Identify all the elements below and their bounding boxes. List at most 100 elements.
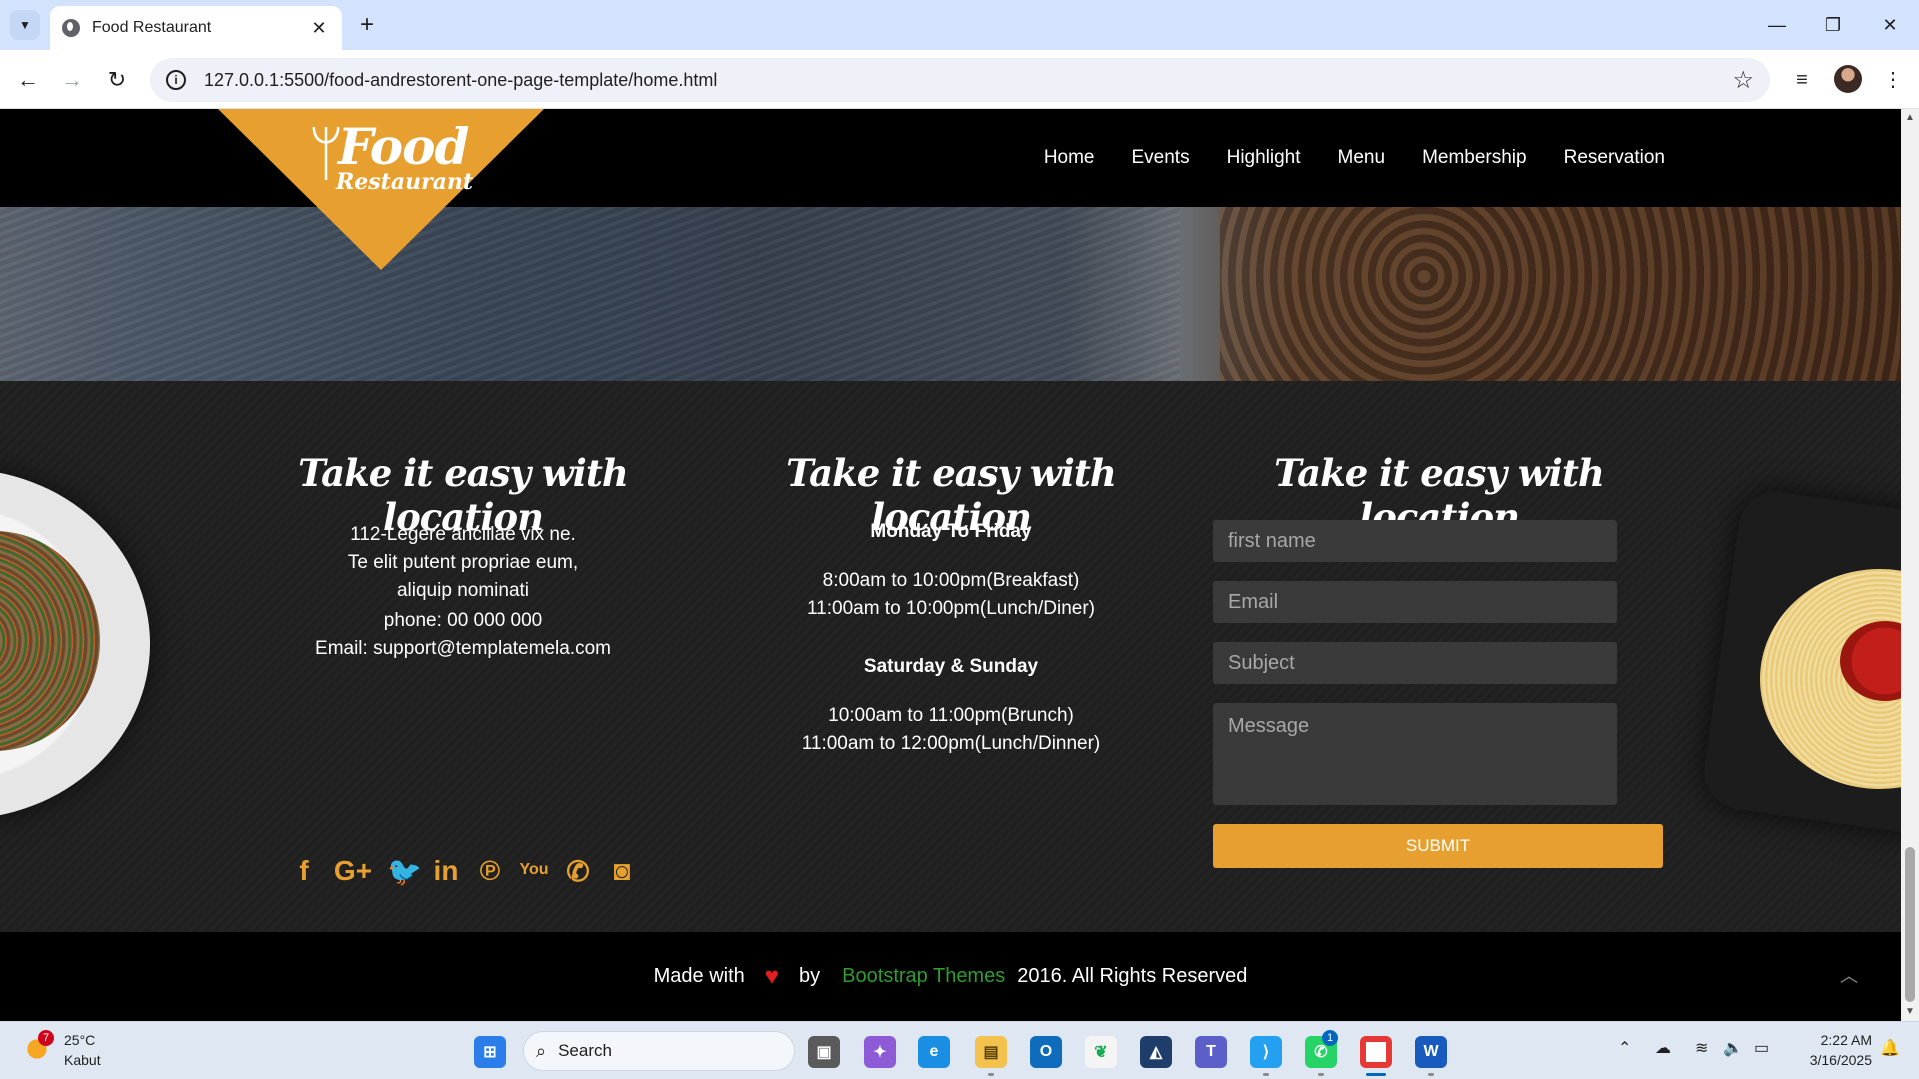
copilot-icon[interactable]: ✦ — [864, 1036, 896, 1068]
teams-icon[interactable]: T — [1195, 1036, 1227, 1068]
file-explorer-icon[interactable]: ▤ — [975, 1036, 1007, 1068]
facebook-icon[interactable]: f — [289, 855, 319, 888]
nav-events[interactable]: Events — [1132, 147, 1190, 169]
nav-highlight[interactable]: Highlight — [1227, 147, 1301, 169]
by-text: by — [799, 965, 821, 987]
scroll-down-arrow[interactable]: ▼ — [1901, 1003, 1919, 1021]
taskbar-search-label: Search — [558, 1041, 612, 1060]
first-name-input[interactable]: first name — [1213, 520, 1617, 562]
hero-cloth-texture — [0, 207, 1180, 381]
vscode-icon[interactable]: ⟩ — [1250, 1036, 1282, 1068]
windows-taskbar: 7 25°C Kabut ⊞ ⌕ Search ▣ ✦ e ▤ O ❦ ◭ T … — [0, 1021, 1919, 1079]
weekend-brunch: 10:00am to 11:00pm(Brunch) — [828, 705, 1074, 726]
url-text[interactable]: 127.0.0.1:5500/food-andrestorent-one-pag… — [204, 70, 1732, 91]
chrome-menu-icon[interactable]: ⋮ — [1877, 64, 1909, 96]
clock-date[interactable]: 3/16/2025 — [1795, 1052, 1872, 1068]
message-textarea[interactable]: Message — [1213, 703, 1617, 805]
email-text: Email: support@templatemela.com — [315, 638, 611, 659]
weather-temperature[interactable]: 25°C — [64, 1032, 95, 1048]
new-tab-button[interactable]: + — [352, 10, 382, 40]
whatsapp-running-indicator — [1318, 1073, 1324, 1076]
wifi-icon[interactable]: ≋ — [1695, 1038, 1708, 1058]
task-view-icon[interactable]: ▣ — [808, 1036, 840, 1068]
globe-icon — [62, 19, 80, 37]
twitter-icon[interactable]: 🐦 — [387, 855, 422, 888]
weather-condition[interactable]: Kabut — [64, 1052, 101, 1068]
bootstrap-themes-link[interactable]: Bootstrap Themes — [842, 965, 1005, 988]
taskbar-search[interactable]: ⌕ Search — [523, 1031, 795, 1071]
subject-input[interactable]: Subject — [1213, 642, 1617, 684]
phone-icon[interactable]: ✆ — [563, 855, 593, 888]
chrome-icon[interactable] — [1360, 1036, 1392, 1068]
copyright-bar: Made with ♥ by Bootstrap Themes 2016. Al… — [0, 932, 1901, 1021]
page-scrollbar[interactable]: ▲ ▼ — [1901, 109, 1919, 1021]
page-viewport: Home Events Highlight Menu Membership Re… — [0, 109, 1901, 1021]
mongodb-icon[interactable]: ❦ — [1085, 1036, 1117, 1068]
app-icon[interactable]: ◭ — [1140, 1036, 1172, 1068]
media-control-icon[interactable]: ≡ — [1786, 64, 1818, 96]
phone-text: phone: 00 000 000 — [383, 610, 543, 631]
weekday-lunch: 11:00am to 10:00pm(Lunch/Diner) — [807, 598, 1095, 619]
chrome-active-indicator — [1366, 1073, 1386, 1076]
clock-time[interactable]: 2:22 AM — [1810, 1032, 1872, 1048]
reload-button[interactable]: ↻ — [101, 64, 133, 96]
logo-sub-text: Restaurant — [336, 169, 474, 195]
rights-text: 2016. All Rights Reserved — [1017, 965, 1248, 987]
word-icon[interactable]: W — [1415, 1036, 1447, 1068]
explorer-running-indicator — [988, 1073, 994, 1076]
address-line-2: Te elit putent propriae eum, — [347, 552, 579, 573]
close-window-button[interactable]: ✕ — [1870, 8, 1910, 42]
google-plus-icon[interactable]: G+ — [333, 855, 373, 888]
logo-main-text: Food — [338, 117, 469, 176]
edge-icon[interactable]: e — [918, 1036, 950, 1068]
main-menu: Home Events Highlight Menu Membership Re… — [1044, 109, 1665, 207]
close-tab-icon[interactable]: ✕ — [308, 18, 330, 39]
tab-search-button[interactable]: ▼ — [10, 10, 40, 40]
site-info-icon[interactable]: i — [166, 70, 186, 90]
nav-menu[interactable]: Menu — [1338, 147, 1386, 169]
weather-badge: 7 — [38, 1030, 54, 1046]
pinterest-icon[interactable]: ℗ — [475, 855, 505, 888]
vscode-running-indicator — [1263, 1073, 1269, 1076]
submit-button[interactable]: SUBMIT — [1213, 824, 1663, 868]
nav-membership[interactable]: Membership — [1422, 147, 1527, 169]
copyright-text: Made with ♥ by Bootstrap Themes 2016. Al… — [0, 932, 1901, 1021]
forward-button[interactable]: → — [56, 64, 88, 96]
weekend-heading: Saturday & Sunday — [863, 656, 1039, 677]
volume-icon[interactable]: 🔈 — [1723, 1038, 1743, 1058]
start-icon[interactable]: ⊞ — [474, 1036, 506, 1068]
weekday-heading: Monday To Friday — [870, 521, 1032, 542]
nav-home[interactable]: Home — [1044, 147, 1095, 169]
profile-avatar[interactable] — [1834, 65, 1862, 93]
tab-title: Food Restaurant — [92, 19, 212, 36]
hero-food-texture — [1220, 207, 1900, 381]
onedrive-icon[interactable]: ☁ — [1655, 1038, 1671, 1058]
address-line-1: 112-Legere ancillae vix ne. — [350, 524, 576, 545]
heart-icon: ♥ — [764, 962, 780, 990]
camera-icon[interactable]: ◙ — [607, 855, 637, 888]
email-input[interactable]: Email — [1213, 581, 1617, 623]
search-icon: ⌕ — [536, 1040, 547, 1061]
minimize-button[interactable]: — — [1757, 8, 1797, 42]
address-bar[interactable]: i 127.0.0.1:5500/food-andrestorent-one-p… — [150, 58, 1770, 102]
browser-tab[interactable]: Food Restaurant ✕ — [50, 6, 342, 50]
nav-reservation[interactable]: Reservation — [1564, 147, 1665, 169]
youtube-icon[interactable]: You — [519, 855, 549, 888]
chevron-up-tray-icon[interactable]: ⌃ — [1618, 1038, 1631, 1058]
scroll-thumb[interactable] — [1905, 847, 1915, 1002]
bookmark-star-icon[interactable]: ☆ — [1732, 66, 1754, 95]
social-links: f G+ 🐦 in ℗ You ✆ ◙ — [253, 855, 673, 888]
chevron-up-icon[interactable]: ︿ — [1840, 962, 1858, 988]
browser-toolbar: ← → ↻ i 127.0.0.1:5500/food-andrestorent… — [0, 50, 1919, 109]
back-button[interactable]: ← — [12, 64, 44, 96]
battery-icon[interactable]: ▭ — [1754, 1038, 1769, 1058]
linkedin-icon[interactable]: in — [431, 855, 461, 888]
browser-tab-strip: ▼ Food Restaurant ✕ + — ❐ ✕ — [0, 0, 1919, 50]
word-running-indicator — [1428, 1073, 1434, 1076]
restore-button[interactable]: ❐ — [1813, 8, 1853, 42]
notification-icon[interactable]: 🔔 — [1880, 1038, 1900, 1058]
outlook-icon[interactable]: O — [1030, 1036, 1062, 1068]
whatsapp-badge: 1 — [1322, 1030, 1338, 1046]
scroll-up-arrow[interactable]: ▲ — [1901, 109, 1919, 127]
address-line-3: aliquip nominati — [396, 580, 530, 601]
